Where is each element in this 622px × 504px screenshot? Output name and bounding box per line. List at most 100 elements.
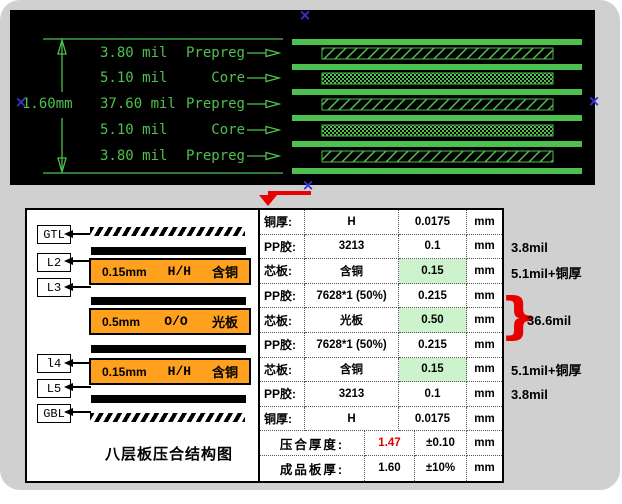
table-row: PP胶: 7628*1 (50%) 0.215 mm <box>260 284 502 309</box>
row-label: 铜厚: <box>260 407 305 432</box>
row-material: 含铜 <box>305 358 399 383</box>
row-value: 0.1 <box>399 235 467 260</box>
total-thickness-label: 1.60mm <box>21 95 74 113</box>
outer-foil-hatch-bar <box>90 227 245 236</box>
row-material: 3213 <box>305 382 399 407</box>
row-label: PP胶: <box>260 333 305 358</box>
row-value: 0.1 <box>399 382 467 407</box>
row-unit: mm <box>467 235 502 260</box>
row-value: 0.0175 <box>399 210 467 235</box>
row-value-highlighted: 0.15 <box>399 259 467 284</box>
row-material: 3213 <box>305 235 399 260</box>
annotation-366mil: 36.6mil <box>527 313 571 328</box>
diagram-caption: 八层板压合结构图 <box>85 443 253 464</box>
summary-row-press-thickness: 压合厚度: 1.47 ±0.10 mm <box>260 431 502 456</box>
row-label: PP胶: <box>260 235 305 260</box>
cad-layer-row: 37.60 mil Prepreg <box>100 95 245 113</box>
row-material: 7628*1 (50%) <box>305 333 399 358</box>
summary-tolerance: ±0.10 <box>415 431 467 456</box>
row-unit: mm <box>467 358 502 383</box>
row-value: 0.0175 <box>399 407 467 432</box>
row-unit: mm <box>467 210 502 235</box>
row-material: 7628*1 (50%) <box>305 284 399 309</box>
layer-thickness: 3.80 mil <box>100 148 167 164</box>
row-label: 铜厚: <box>260 210 305 235</box>
left-arrow-icon <box>72 411 91 413</box>
layer-material: Core <box>211 70 245 86</box>
core-copper-weight: H/H <box>168 264 191 279</box>
marker-x-icon: × <box>15 95 28 110</box>
layer-thickness: 37.60 mil <box>100 96 176 112</box>
core-type: 光板 <box>212 312 238 331</box>
summary-unit: mm <box>467 456 502 481</box>
row-value-highlighted: 0.50 <box>399 308 467 333</box>
table-row: 芯板: 含铜 0.15 mm <box>260 259 502 284</box>
table-row: 铜厚: H 0.0175 mm <box>260 210 502 235</box>
left-arrow-icon <box>72 386 91 388</box>
left-arrow-icon <box>72 233 91 235</box>
leader-arrow-icons <box>247 50 279 160</box>
annotation-51mil-top: 5.1mil+铜厚 <box>511 263 581 282</box>
summary-unit: mm <box>467 431 502 456</box>
cad-drawing <box>10 10 595 185</box>
row-unit: mm <box>467 333 502 358</box>
row-material: H <box>305 210 399 235</box>
row-value: 0.215 <box>399 333 467 358</box>
cad-stackup-panel: 3.80 mil Prepreg 5.10 mil Core 37.60 mil… <box>10 10 595 185</box>
summary-label: 成品板厚: <box>260 456 365 481</box>
core-copper-weight: O/O <box>164 314 187 329</box>
layer-material: Prepreg <box>186 148 245 164</box>
annotation-38mil-top: 3.8mil <box>511 240 548 255</box>
pcb-stackup-sheet: 3.80 mil Prepreg 5.10 mil Core 37.60 mil… <box>0 0 622 504</box>
layer-material: Core <box>211 122 245 138</box>
table-row: PP胶: 3213 0.1 mm <box>260 235 502 260</box>
row-material: 含铜 <box>305 259 399 284</box>
cad-layer-row: 3.80 mil Prepreg <box>100 44 245 62</box>
cad-layer-row: 5.10 mil Core <box>100 121 245 139</box>
row-unit: mm <box>467 382 502 407</box>
row-value: 0.215 <box>399 284 467 309</box>
copper-bar <box>91 297 246 305</box>
layer-thickness: 3.80 mil <box>100 45 167 61</box>
cad-layer-row: 3.80 mil Prepreg <box>100 147 245 165</box>
row-material: H <box>305 407 399 432</box>
row-label: PP胶: <box>260 382 305 407</box>
layer-thickness: 5.10 mil <box>100 122 167 138</box>
marker-x-icon: × <box>588 94 601 109</box>
table-row: 芯板: 含铜 0.15 mm <box>260 358 502 383</box>
copper-bar <box>91 395 246 403</box>
summary-label: 压合厚度: <box>260 431 365 456</box>
core-size: 0.5mm <box>102 315 140 329</box>
row-unit: mm <box>467 284 502 309</box>
summary-tolerance: ±10% <box>415 456 467 481</box>
copper-bar <box>91 247 246 255</box>
cad-layer-row: 5.10 mil Core <box>100 69 245 87</box>
red-connector-arrow-icon <box>252 184 322 210</box>
core-type: 含铜 <box>212 362 238 381</box>
left-arrow-icon <box>72 286 91 288</box>
row-unit: mm <box>467 407 502 432</box>
core-size: 0.15mm <box>102 265 147 279</box>
row-label: PP胶: <box>260 284 305 309</box>
table-row: 芯板: 光板 0.50 mm <box>260 308 502 333</box>
outer-foil-hatch-bar <box>90 413 245 422</box>
row-unit: mm <box>467 308 502 333</box>
table-row: PP胶: 7628*1 (50%) 0.215 mm <box>260 333 502 358</box>
annotation-38mil-bottom: 3.8mil <box>511 387 548 402</box>
marker-x-icon: × <box>299 8 312 23</box>
stackup-table: 铜厚: H 0.0175 mm PP胶: 3213 0.1 mm 芯板: 含铜 … <box>258 208 504 483</box>
core-box: 0.15mm H/H 含铜 <box>89 358 251 385</box>
table-row: PP胶: 3213 0.1 mm <box>260 382 502 407</box>
layer-thickness: 5.10 mil <box>100 70 167 86</box>
copper-bar <box>91 345 246 353</box>
core-box: 0.15mm H/H 含铜 <box>89 258 251 285</box>
core-size: 0.15mm <box>102 365 147 379</box>
layer-material: Prepreg <box>186 45 245 61</box>
annotation-51mil-bottom: 5.1mil+铜厚 <box>511 360 581 379</box>
row-label: 芯板: <box>260 308 305 333</box>
row-label: 芯板: <box>260 259 305 284</box>
row-label: 芯板: <box>260 358 305 383</box>
row-unit: mm <box>467 259 502 284</box>
row-value-highlighted: 0.15 <box>399 358 467 383</box>
core-type: 含铜 <box>212 262 238 281</box>
